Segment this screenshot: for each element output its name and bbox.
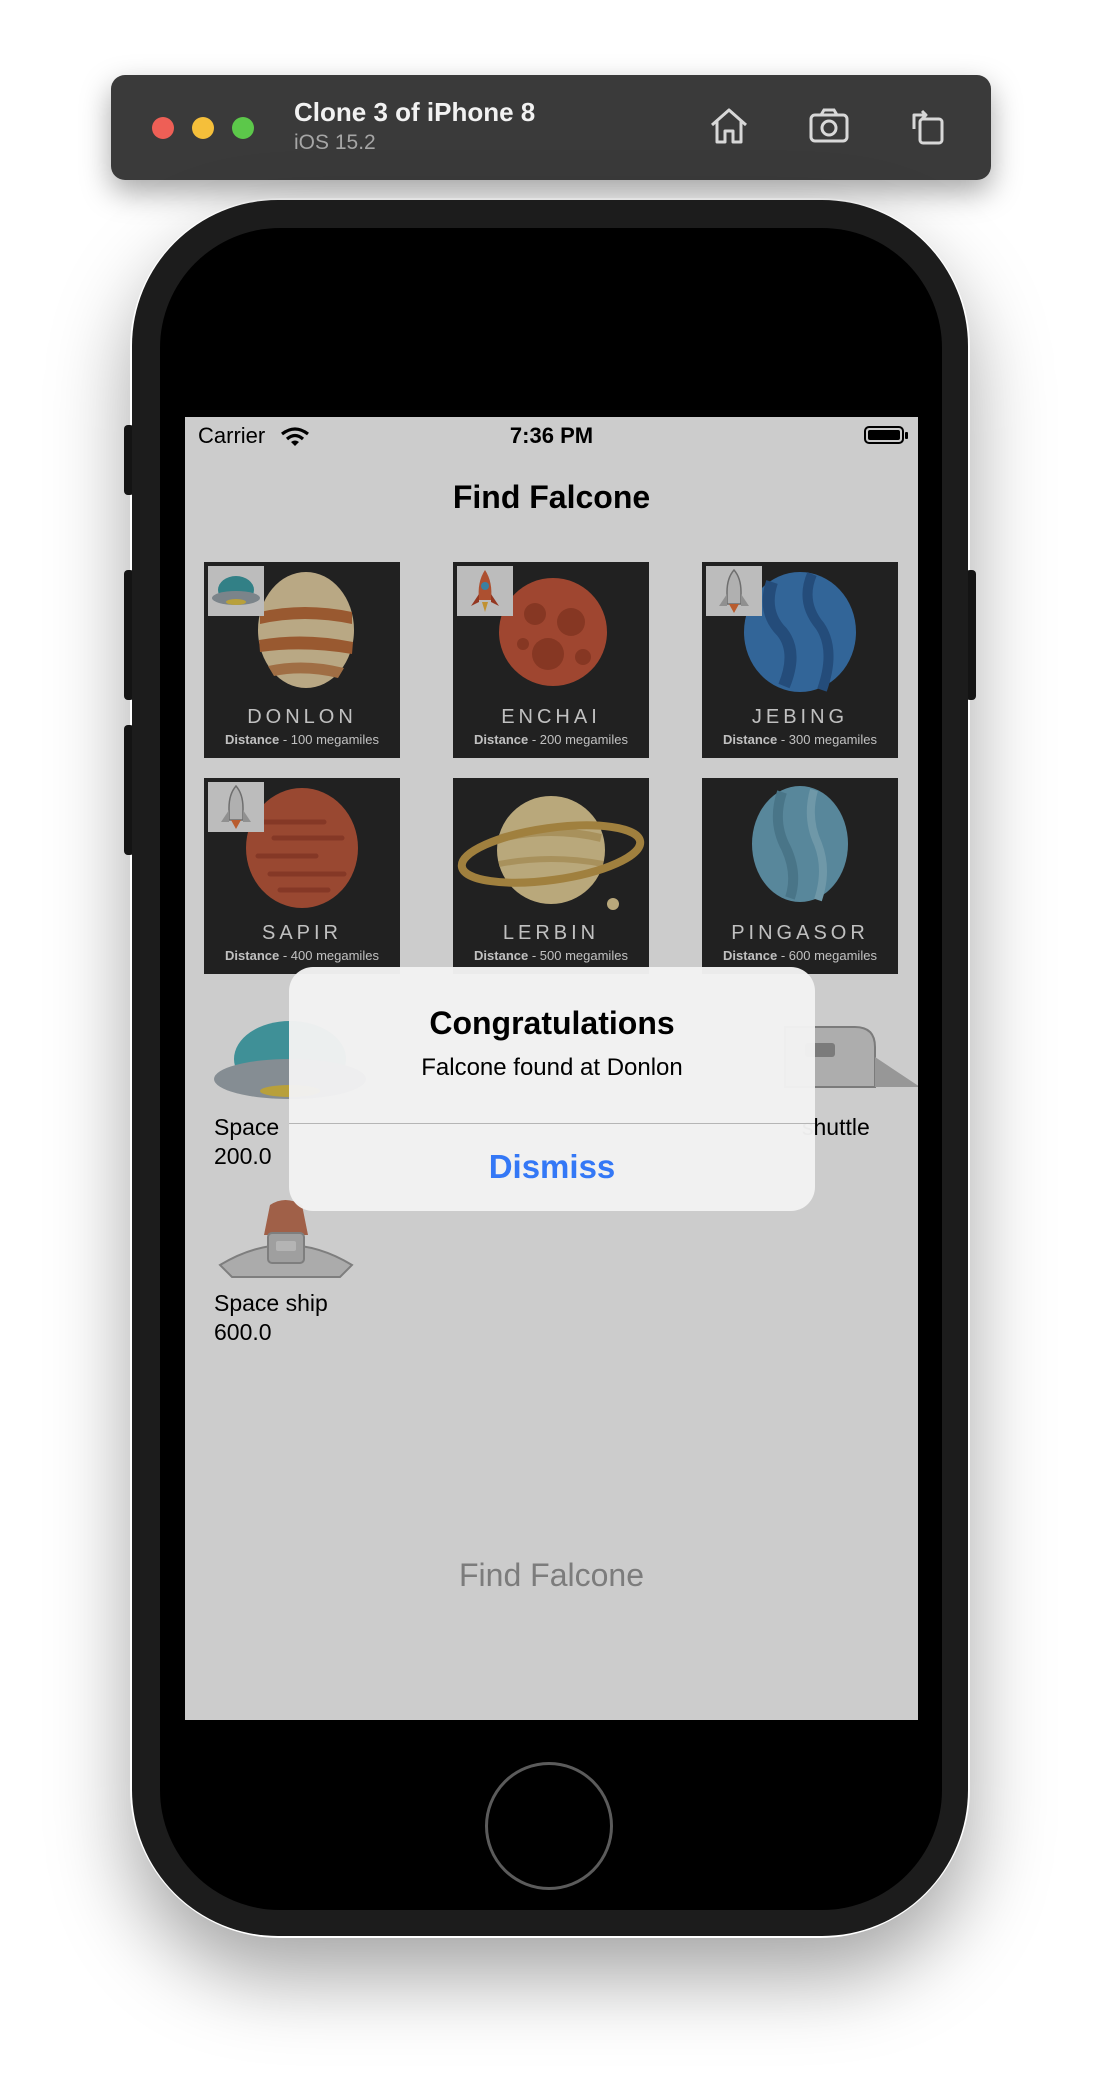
rotate-icon[interactable] xyxy=(904,101,954,151)
zoom-window-button[interactable] xyxy=(232,117,254,139)
congratulations-alert: Congratulations Falcone found at Donlon … xyxy=(289,967,815,1211)
app-screen: Carrier 7:36 PM Find Falcone DONLON Dist… xyxy=(185,417,918,1720)
minimize-window-button[interactable] xyxy=(192,117,214,139)
dismiss-button[interactable]: Dismiss xyxy=(289,1123,815,1211)
screenshot-icon[interactable] xyxy=(804,101,854,151)
close-window-button[interactable] xyxy=(152,117,174,139)
simulator-title-bar: Clone 3 of iPhone 8 iOS 15.2 xyxy=(111,75,991,180)
alert-message: Falcone found at Donlon xyxy=(421,1054,683,1081)
alert-title: Congratulations xyxy=(429,1005,675,1041)
home-button[interactable] xyxy=(485,1762,613,1890)
device-name: Clone 3 of iPhone 8 xyxy=(294,97,536,127)
os-version: iOS 15.2 xyxy=(294,131,376,154)
home-icon[interactable] xyxy=(704,101,754,151)
